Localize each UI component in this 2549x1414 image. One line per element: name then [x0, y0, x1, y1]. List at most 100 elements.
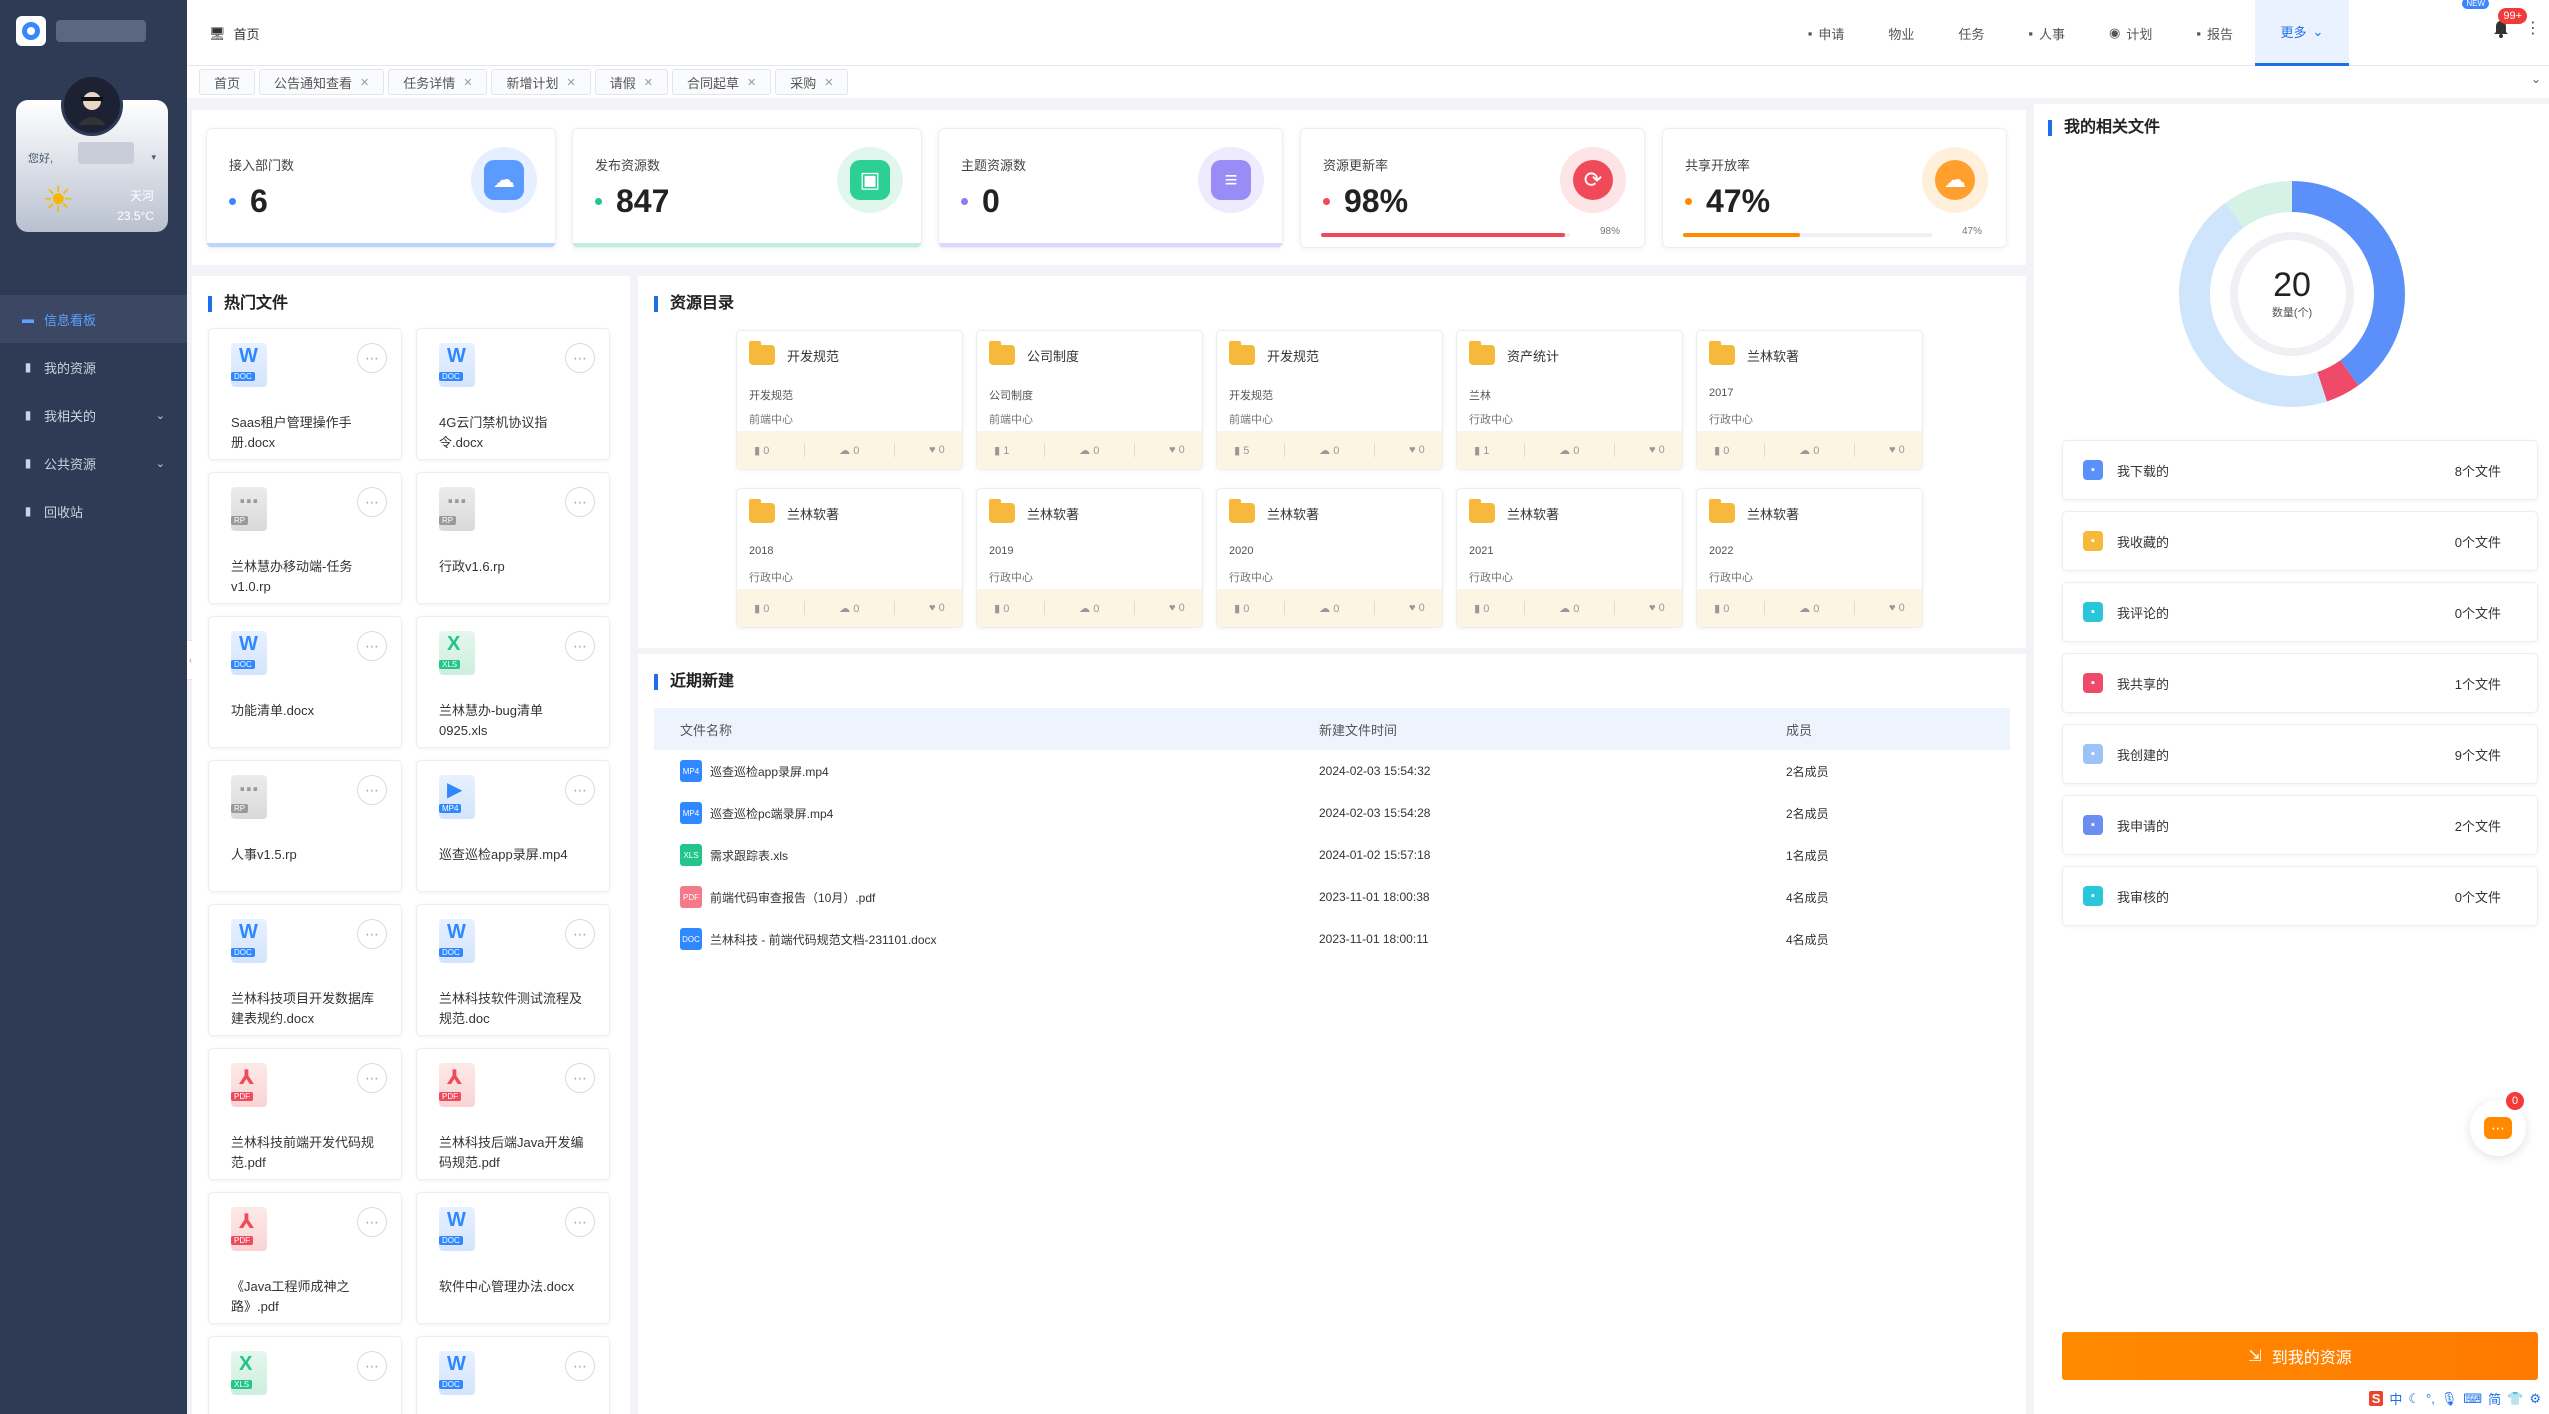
tab-notice[interactable]: 公告通知查看 ✕ — [259, 69, 385, 95]
folder-card[interactable]: 兰林软著 2018 行政中心 ▮ 0 ☁ 0 ♥ 0 — [736, 488, 963, 628]
close-icon[interactable]: ✕ — [824, 76, 833, 89]
menu-item-apply[interactable]: ▪ 申请 — [1786, 0, 1867, 66]
hot-file-card[interactable]: ⋯ RP ⋯ 行政v1.6.rp — [416, 472, 610, 604]
table-row[interactable]: MP4 巡查巡检pc端录屏.mp4 2024-02-03 15:54:28 2名成员 — [654, 792, 2010, 834]
favorite-toggle-icon[interactable]: ⋯ — [565, 1351, 595, 1381]
favorite-toggle-icon[interactable]: ⋯ — [357, 919, 387, 949]
shirt-icon[interactable]: 👕 — [2507, 1391, 2523, 1407]
table-row[interactable]: MP4 巡查巡检app录屏.mp4 2024-02-03 15:54:32 2名成员 — [654, 750, 2010, 792]
folder-card[interactable]: 资产统计 兰林 行政中心 ▮ 1 ☁ 0 ♥ 0 — [1456, 330, 1683, 470]
settings-icon[interactable]: ⚙ — [2529, 1391, 2541, 1407]
close-icon[interactable]: ✕ — [567, 76, 576, 89]
menu-item-hr[interactable]: ▪ 人事 — [2006, 0, 2087, 66]
close-icon[interactable]: ✕ — [463, 76, 472, 89]
table-row[interactable]: PDF 前端代码审查报告（10月）.pdf 2023-11-01 18:00:38 4… — [654, 876, 2010, 918]
menu-item-report[interactable]: ▪ 报告 — [2174, 0, 2255, 66]
hot-file-card[interactable]: ⅄ PDF ⋯ 《Java工程师成神之路》.pdf — [208, 1192, 402, 1324]
tab-new-plan[interactable]: 新增计划 ✕ — [491, 69, 591, 95]
hot-file-card[interactable]: ▶ MP4 ⋯ 巡查巡检app录屏.mp4 — [416, 760, 610, 892]
folder-card[interactable]: 兰林软著 2021 行政中心 ▮ 0 ☁ 0 ♥ 0 — [1456, 488, 1683, 628]
my-files-item[interactable]: ▪ 我共享的 1个文件 — [2062, 653, 2538, 713]
hot-file-card[interactable]: W DOC ⋯ 4G云门禁机协议指令.docx — [416, 328, 610, 460]
favorite-toggle-icon[interactable]: ⋯ — [357, 631, 387, 661]
punctuation-icon[interactable]: °, — [2426, 1391, 2435, 1406]
moon-icon[interactable]: ☾ — [2408, 1391, 2420, 1407]
microphone-icon[interactable]: 🎙 — [2441, 1391, 2458, 1407]
folder-card[interactable]: 兰林软著 2019 行政中心 ▮ 0 ☁ 0 ♥ 0 — [976, 488, 1203, 628]
file-name[interactable]: 兰林科技 - 前端代码规范文档-231101.docx — [710, 931, 937, 948]
favorite-toggle-icon[interactable]: ⋯ — [357, 1351, 387, 1381]
folder-card[interactable]: 兰林软著 2017 行政中心 ▮ 0 ☁ 0 ♥ 0 — [1696, 330, 1923, 470]
favorite-toggle-icon[interactable]: ⋯ — [357, 343, 387, 373]
favorite-toggle-icon[interactable]: ⋯ — [565, 487, 595, 517]
favorite-toggle-icon[interactable]: ⋯ — [357, 775, 387, 805]
menu-item-task[interactable]: 任务 — [1936, 0, 2006, 66]
hot-file-card[interactable]: ⅄ PDF ⋯ 兰林科技后端Java开发编码规范.pdf — [416, 1048, 610, 1180]
menu-item-property[interactable]: 物业 — [1866, 0, 1936, 66]
my-files-item[interactable]: ▪ 我下载的 8个文件 — [2062, 440, 2538, 500]
hot-file-card[interactable]: ⋯ RP ⋯ 兰林慧办移动端-任务v1.0.rp — [208, 472, 402, 604]
hot-file-card[interactable]: W DOC ⋯ 兰林科技软件测试流程及规范.doc — [416, 904, 610, 1036]
hot-file-card[interactable]: ⋯ RP ⋯ 人事v1.5.rp — [208, 760, 402, 892]
table-row[interactable]: DOC 兰林科技 - 前端代码规范文档-231101.docx 2023-11-01… — [654, 918, 2010, 960]
sidebar-item-my-resources[interactable]: ▮ 我的资源 — [0, 343, 187, 391]
sidebar-item-related[interactable]: ▮ 我相关的 ⌄ — [0, 391, 187, 439]
sidebar-item-dashboard[interactable]: ▬ 信息看板 — [0, 295, 187, 343]
tab-home[interactable]: 首页 — [199, 69, 256, 95]
favorite-toggle-icon[interactable]: ⋯ — [565, 919, 595, 949]
close-icon[interactable]: ✕ — [644, 76, 653, 89]
folder-card[interactable]: 开发规范 开发规范 前端中心 ▮ 0 ☁ 0 ♥ 0 — [736, 330, 963, 470]
avatar[interactable] — [61, 74, 123, 136]
keyboard-icon[interactable]: ⌨ — [2463, 1391, 2482, 1407]
favorite-toggle-icon[interactable]: ⋯ — [565, 775, 595, 805]
chevron-down-icon[interactable]: ⌄ — [2531, 72, 2541, 86]
favorite-toggle-icon[interactable]: ⋯ — [565, 1063, 595, 1093]
my-files-item[interactable]: ▪ 我申请的 2个文件 — [2062, 795, 2538, 855]
hot-file-card[interactable]: W DOC ⋯ — [416, 1336, 610, 1414]
sidebar-item-recycle-bin[interactable]: ▮ 回收站 — [0, 487, 187, 535]
favorite-toggle-icon[interactable]: ⋯ — [565, 631, 595, 661]
file-name[interactable]: 巡查巡检pc端录屏.mp4 — [710, 805, 833, 822]
folder-card[interactable]: 公司制度 公司制度 前端中心 ▮ 1 ☁ 0 ♥ 0 — [976, 330, 1203, 470]
close-icon[interactable]: ✕ — [747, 76, 756, 89]
menu-item-more[interactable]: 更多 ⌄ — [2255, 0, 2349, 66]
more-vertical-icon[interactable]: ⋮ — [2525, 18, 2541, 38]
favorite-toggle-icon[interactable]: ⋯ — [357, 1207, 387, 1237]
tab-contract[interactable]: 合同起草 ✕ — [671, 69, 772, 95]
menu-item-plan[interactable]: ◉ 计划 — [2087, 0, 2174, 66]
ime-simplified[interactable]: 简 — [2488, 1389, 2501, 1408]
app-logo[interactable] — [16, 16, 46, 46]
hot-file-card[interactable]: ⅄ PDF ⋯ 兰林科技前端开发代码规范.pdf — [208, 1048, 402, 1180]
favorite-toggle-icon[interactable]: ⋯ — [565, 343, 595, 373]
table-row[interactable]: XLS 需求跟踪表.xls 2024-01-02 15:57:18 1名成员 — [654, 834, 2010, 876]
sogou-icon[interactable]: S — [2368, 1391, 2384, 1406]
sidebar-item-public-resources[interactable]: ▮ 公共资源 ⌄ — [0, 439, 187, 487]
file-name[interactable]: 需求跟踪表.xls — [710, 847, 788, 864]
file-name[interactable]: 前端代码审查报告（10月）.pdf — [710, 889, 875, 906]
my-files-item[interactable]: ▪ 我创建的 9个文件 — [2062, 724, 2538, 784]
favorite-toggle-icon[interactable]: ⋯ — [565, 1207, 595, 1237]
file-name[interactable]: 巡查巡检app录屏.mp4 — [710, 763, 829, 780]
hot-file-card[interactable]: W DOC ⋯ 软件中心管理办法.docx — [416, 1192, 610, 1324]
favorite-toggle-icon[interactable]: ⋯ — [357, 1063, 387, 1093]
user-menu-caret-icon[interactable]: ▾ — [151, 152, 156, 163]
hot-file-card[interactable]: X XLS ⋯ 兰林慧办-bug清单0925.xls — [416, 616, 610, 748]
tab-purchase[interactable]: 采购 ✕ — [775, 69, 849, 95]
hot-file-card[interactable]: X XLS ⋯ — [208, 1336, 402, 1414]
my-files-item[interactable]: ▪ 我审核的 0个文件 — [2062, 866, 2538, 926]
my-files-item[interactable]: ▪ 我收藏的 0个文件 — [2062, 511, 2538, 571]
folder-card[interactable]: 开发规范 开发规范 前端中心 ▮ 5 ☁ 0 ♥ 0 — [1216, 330, 1443, 470]
hot-file-card[interactable]: W DOC ⋯ 功能清单.docx — [208, 616, 402, 748]
tab-leave[interactable]: 请假 ✕ — [594, 69, 668, 95]
folder-card[interactable]: 兰林软著 2022 行政中心 ▮ 0 ☁ 0 ♥ 0 — [1696, 488, 1923, 628]
ime-lang[interactable]: 中 — [2389, 1389, 2402, 1408]
hot-file-card[interactable]: W DOC ⋯ Saas租户管理操作手册.docx — [208, 328, 402, 460]
tab-task-detail[interactable]: 任务详情 ✕ — [388, 69, 488, 95]
my-files-item[interactable]: ▪ 我评论的 0个文件 — [2062, 582, 2538, 642]
favorite-toggle-icon[interactable]: ⋯ — [357, 487, 387, 517]
go-to-my-resources-button[interactable]: ⇲ 到我的资源 — [2062, 1332, 2538, 1380]
folder-card[interactable]: 兰林软著 2020 行政中心 ▮ 0 ☁ 0 ♥ 0 — [1216, 488, 1443, 628]
close-icon[interactable]: ✕ — [360, 76, 369, 89]
breadcrumb[interactable]: 🖥 首页 — [209, 24, 260, 43]
hot-file-card[interactable]: W DOC ⋯ 兰林科技项目开发数据库建表规约.docx — [208, 904, 402, 1036]
